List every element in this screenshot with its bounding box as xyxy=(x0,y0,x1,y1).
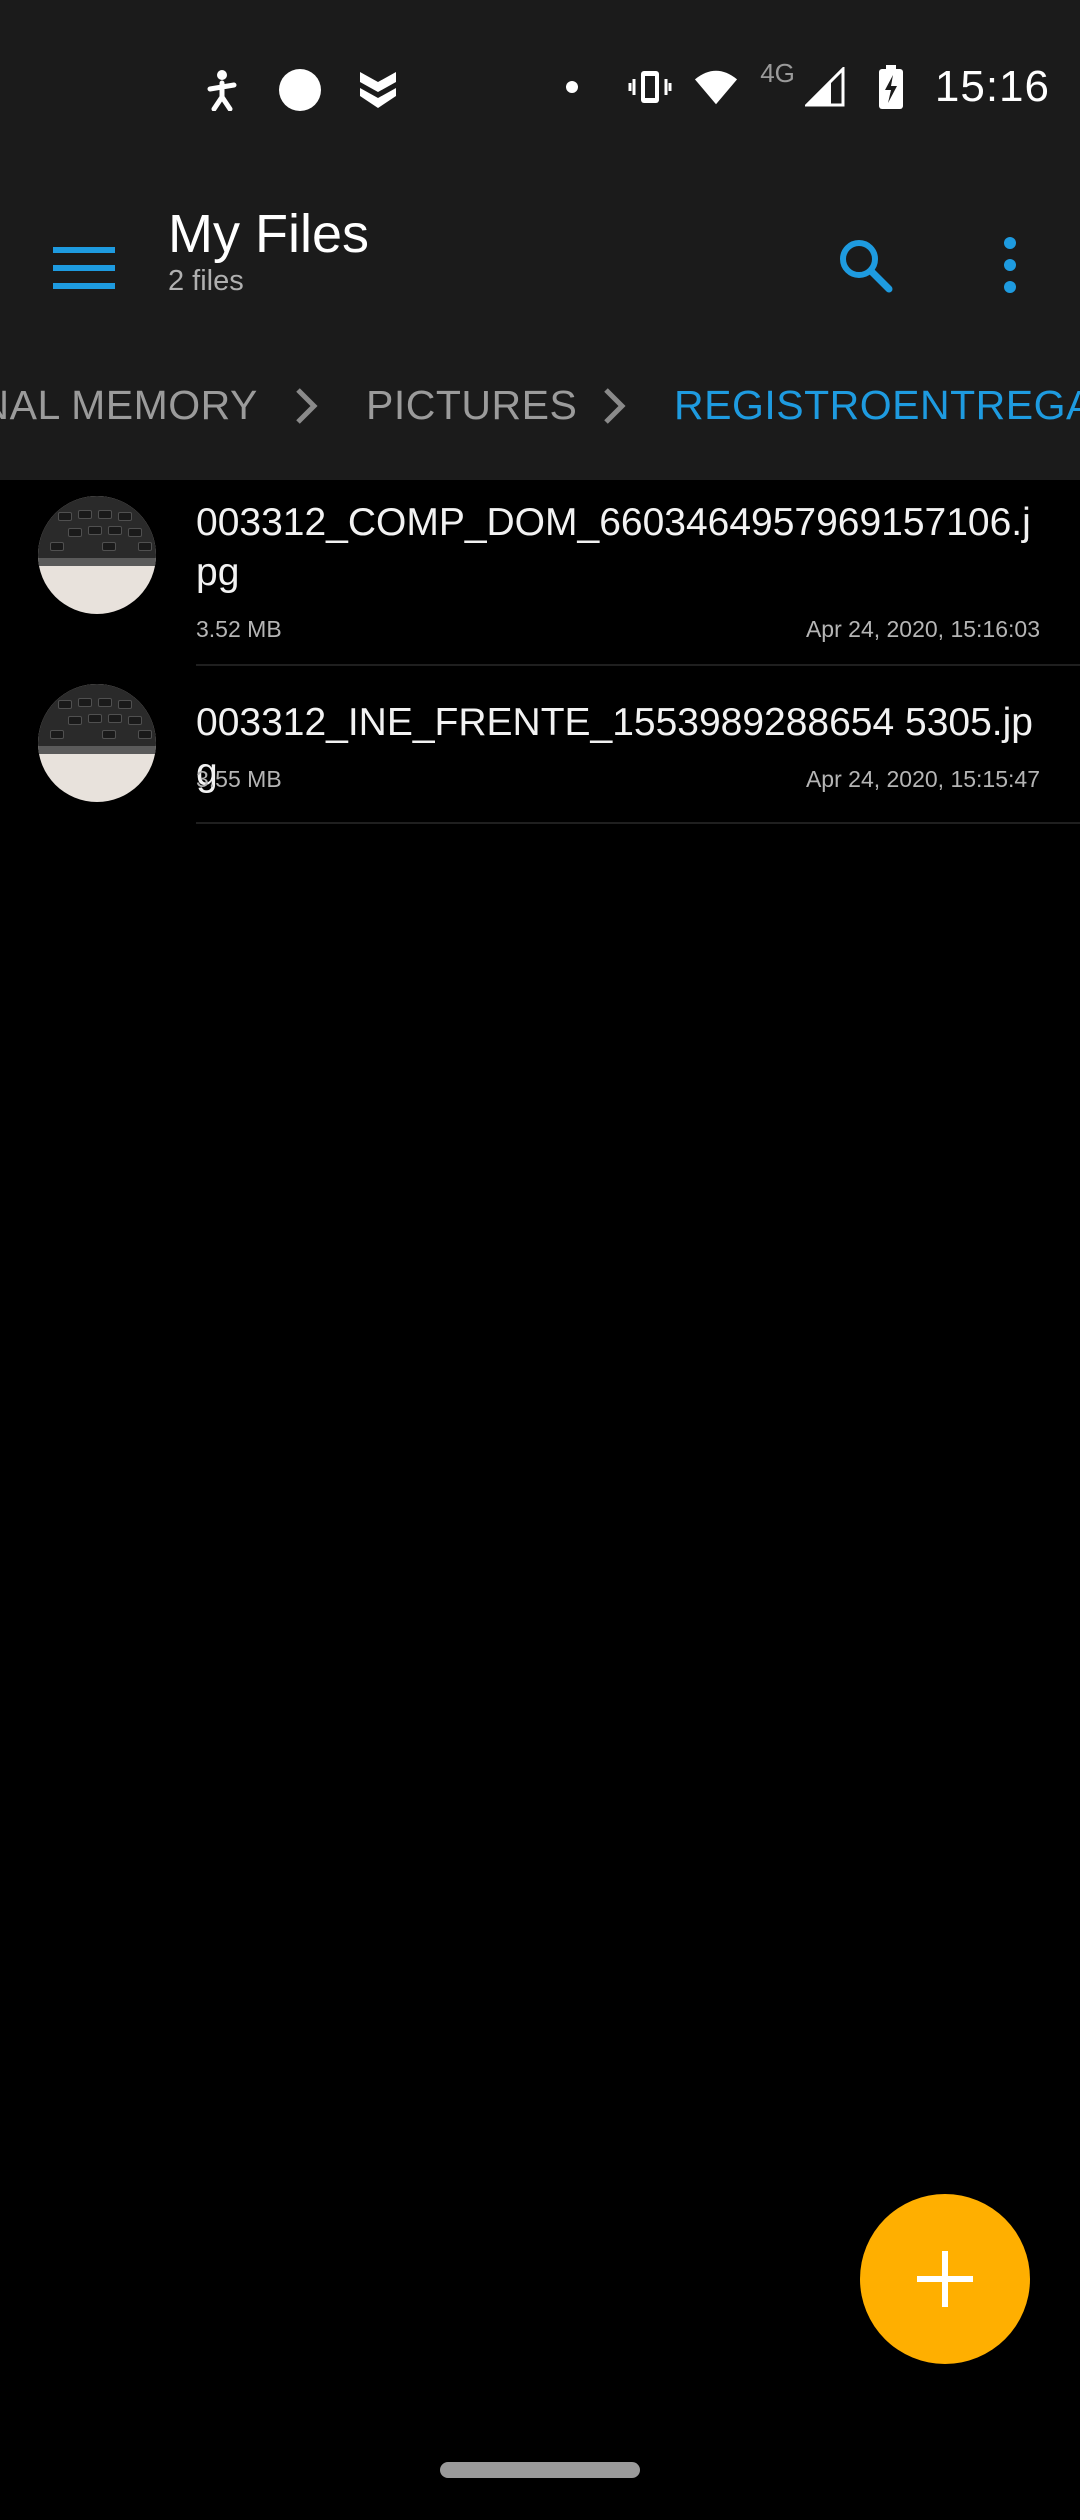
accessibility-icon xyxy=(200,68,244,112)
keyboard-image xyxy=(38,684,156,746)
status-right-icons: 4G 15:16 xyxy=(566,58,1050,112)
chevron-right-icon xyxy=(604,388,626,424)
add-button[interactable] xyxy=(860,2194,1030,2364)
breadcrumb-item-pictures[interactable]: PICTURES xyxy=(366,382,577,429)
file-manager-screen: 4G 15:16 My Files 2 files AL MEMORY PICT… xyxy=(0,0,1080,2520)
list-item[interactable]: 003312_COMP_DOM_6603464957969157106.jpg … xyxy=(0,480,1080,666)
file-name: 003312_COMP_DOM_6603464957969157106.jpg xyxy=(196,501,1031,594)
file-size: 3.52 MB xyxy=(196,616,282,642)
app-bar: My Files 2 files xyxy=(0,190,1080,340)
wifi-icon xyxy=(694,65,738,109)
list-item[interactable]: 003312_INE_FRENTE_1553989288654 5305.jpg… xyxy=(0,666,1080,824)
shield-icon xyxy=(356,68,400,112)
circle-icon xyxy=(278,68,322,112)
vibrate-icon xyxy=(628,65,672,109)
menu-button[interactable] xyxy=(44,228,124,308)
status-bar: 4G 15:16 xyxy=(0,0,1080,190)
file-date: Apr 24, 2020, 15:15:47 xyxy=(805,766,1040,792)
file-thumbnail xyxy=(38,496,156,614)
gesture-navigation-bar[interactable] xyxy=(440,2462,640,2478)
page-title: My Files xyxy=(168,204,369,264)
file-thumbnail xyxy=(38,684,156,802)
breadcrumb-item-internal-memory[interactable]: INTERNAL MEMORY xyxy=(0,382,258,429)
file-count: 2 files xyxy=(168,264,244,297)
search-icon xyxy=(840,240,893,293)
signal-icon xyxy=(803,65,847,109)
keyboard-image xyxy=(38,496,156,558)
breadcrumb: INTERNAL MEMORY PICTURES REGISTROENTREGA xyxy=(0,340,1080,480)
breadcrumb-item-registroentrega[interactable]: REGISTROENTREGA xyxy=(674,382,1080,429)
divider xyxy=(196,822,1080,824)
file-size: 3.55 MB xyxy=(196,766,282,792)
hamburger-menu-icon xyxy=(53,247,115,289)
title-block: My Files 2 files xyxy=(168,202,369,298)
notification-dot xyxy=(566,81,579,93)
chevron-right-icon xyxy=(296,388,318,424)
more-vertical-icon xyxy=(1004,237,1016,293)
battery-charging-icon xyxy=(869,65,913,109)
file-date: Apr 24, 2020, 15:16:03 xyxy=(805,616,1040,642)
clock: 15:16 xyxy=(934,62,1050,111)
file-list: 003312_COMP_DOM_6603464957969157106.jpg … xyxy=(0,480,1080,824)
search-button[interactable] xyxy=(820,220,910,310)
status-left-icons xyxy=(200,68,400,112)
more-options-button[interactable] xyxy=(970,220,1050,310)
plus-icon xyxy=(917,2251,973,2307)
network-type: 4G xyxy=(760,57,795,88)
